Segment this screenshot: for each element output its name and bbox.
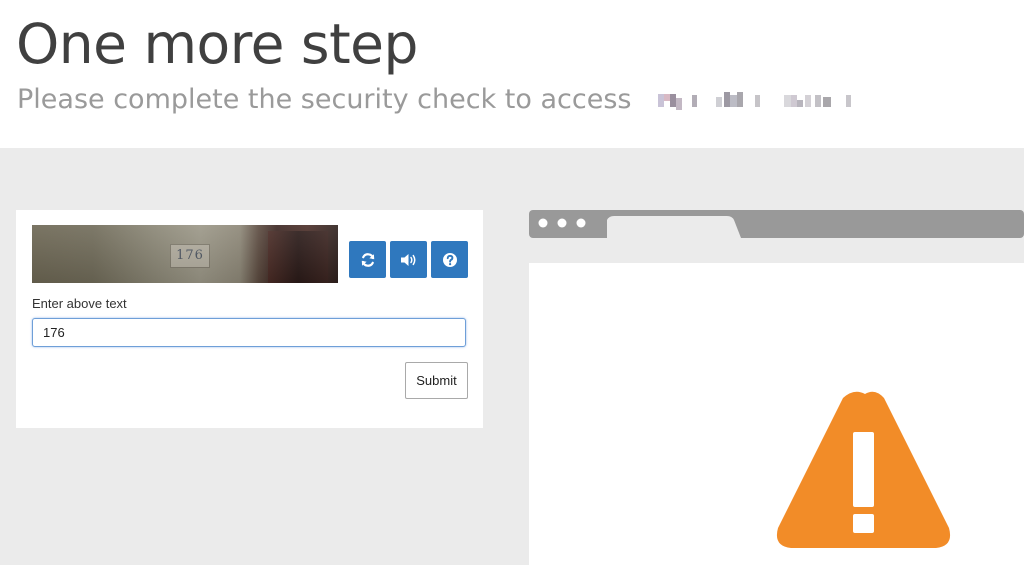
page-subtitle: Please complete the security check to ac… — [17, 84, 632, 115]
redacted-domain — [658, 92, 852, 110]
refresh-icon — [361, 252, 374, 267]
captcha-card: 176 Enter above text Submit — [16, 210, 483, 428]
help-button[interactable] — [431, 241, 468, 278]
audio-icon — [400, 253, 415, 266]
submit-button[interactable]: Submit — [405, 362, 468, 399]
captcha-input-label: Enter above text — [32, 296, 127, 311]
audio-captcha-button[interactable] — [390, 241, 427, 278]
header: One more step Please complete the securi… — [0, 0, 1024, 148]
page-title: One more step — [16, 12, 418, 76]
refresh-captcha-button[interactable] — [349, 241, 386, 278]
help-icon — [442, 252, 457, 267]
captcha-input[interactable] — [32, 318, 466, 347]
browser-illustration — [529, 208, 1024, 565]
captcha-image: 176 — [32, 225, 338, 283]
